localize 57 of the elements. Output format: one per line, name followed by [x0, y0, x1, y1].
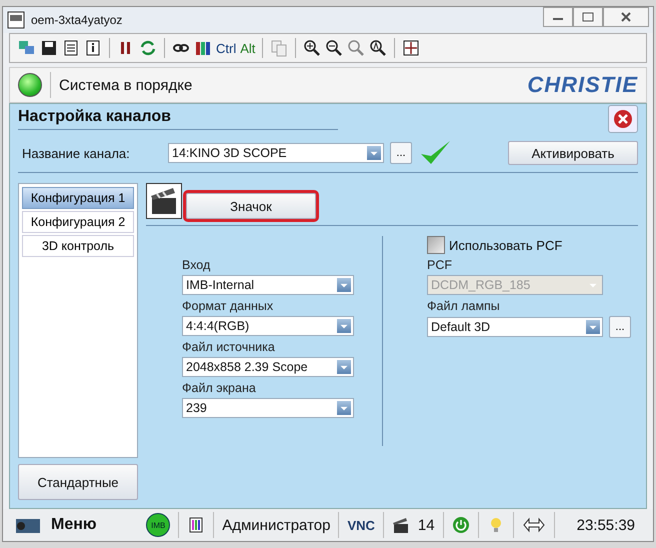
- panel-close-button[interactable]: [608, 105, 638, 133]
- browse-button[interactable]: ...: [609, 316, 631, 338]
- close-icon: [613, 109, 633, 129]
- maximize-icon: [582, 12, 594, 22]
- browse-button[interactable]: ...: [390, 142, 412, 164]
- dropdown[interactable]: 239: [182, 398, 354, 418]
- field-label: Файл лампы: [427, 299, 501, 313]
- maximize-button[interactable]: [573, 7, 603, 27]
- icon-button[interactable]: Значок: [186, 193, 316, 219]
- clapperboard-icon: [392, 516, 410, 534]
- window-title: oem-3xta4yatyoz: [31, 13, 124, 27]
- panel-title: Настройка каналов: [18, 108, 338, 130]
- field-label: Файл источника: [182, 340, 276, 354]
- save-icon[interactable]: [40, 39, 58, 57]
- clock-time: 23:55:39: [576, 516, 635, 534]
- status-light: [18, 73, 42, 97]
- config-tab[interactable]: Конфигурация 2: [22, 211, 134, 233]
- dropdown[interactable]: 2048x858 2.39 Scope: [182, 357, 354, 377]
- config-tab[interactable]: 3D контроль: [22, 235, 134, 257]
- checkbox[interactable]: [427, 236, 445, 254]
- imb-indicator: IMB: [146, 513, 170, 537]
- menu-button[interactable]: Меню: [51, 516, 138, 534]
- test-pattern-icon[interactable]: [187, 516, 206, 534]
- power-icon[interactable]: [452, 516, 470, 534]
- clapperboard-icon: [146, 183, 182, 219]
- info-icon[interactable]: [84, 39, 102, 57]
- field-label: Формат данных: [182, 299, 274, 313]
- field-label: PCF: [427, 258, 453, 272]
- zoom-auto-icon[interactable]: [369, 39, 388, 57]
- user-name: Администратор: [222, 516, 330, 534]
- app-icon: [7, 11, 25, 29]
- vnc-label: VNC: [347, 518, 375, 532]
- dropdown[interactable]: IMB-Internal: [182, 275, 354, 295]
- close-button[interactable]: [603, 7, 649, 27]
- refresh-icon[interactable]: [139, 39, 157, 57]
- checkbox-label: Использовать PCF: [449, 238, 562, 252]
- dropdown[interactable]: 4:4:4(RGB): [182, 316, 354, 336]
- brand-logo: CHRISTIE: [527, 72, 638, 98]
- field-label: Файл экрана: [182, 381, 257, 395]
- ctrl-key[interactable]: Ctrl: [216, 40, 236, 56]
- close-icon: [620, 11, 632, 23]
- activate-button[interactable]: Активировать: [508, 141, 638, 165]
- channel-dropdown[interactable]: 14:KINO 3D SCOPE: [168, 143, 384, 163]
- fullscreen-icon[interactable]: [402, 39, 420, 57]
- config-tab[interactable]: Конфигурация 1: [22, 187, 134, 209]
- document-icon[interactable]: [62, 39, 80, 57]
- zoom-out-icon[interactable]: [325, 39, 344, 57]
- channel-label: Название канала:: [21, 146, 131, 160]
- dropdown[interactable]: Default 3D: [427, 317, 603, 337]
- field-label: Вход: [182, 258, 212, 272]
- minimize-button[interactable]: [543, 7, 573, 27]
- zoom-in-icon[interactable]: [303, 39, 322, 57]
- channel-number: 14: [418, 516, 435, 534]
- defaults-button[interactable]: Стандартные: [18, 464, 138, 500]
- status-message: Система в порядке: [59, 76, 194, 94]
- books-icon[interactable]: [194, 39, 212, 57]
- alt-key[interactable]: Alt: [240, 40, 256, 56]
